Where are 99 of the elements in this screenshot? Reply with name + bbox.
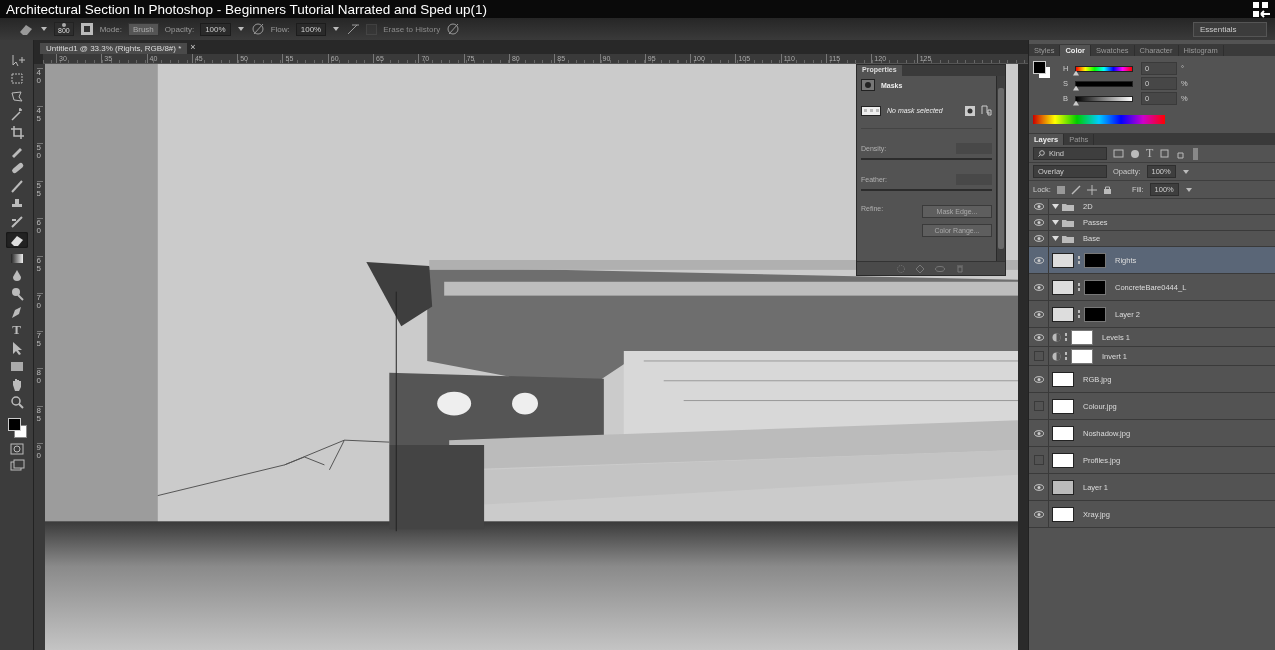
quick-mask-icon[interactable] (8, 442, 25, 456)
visibility-toggle[interactable] (1033, 401, 1044, 411)
brush-panel-icon[interactable] (79, 22, 94, 36)
lock-icon[interactable] (1102, 184, 1112, 195)
eye-icon[interactable] (1033, 235, 1044, 242)
ruler-label: 85 (36, 405, 43, 443)
slider-thumb[interactable] (1073, 70, 1079, 76)
eye-icon[interactable] (1033, 219, 1044, 226)
layer-thumbnail (1052, 306, 1074, 322)
layer-thumbnail (1052, 479, 1074, 495)
layer-thumbnail (1052, 252, 1074, 268)
mode-label: Mode: (99, 24, 122, 34)
type-tool[interactable]: T (5, 322, 28, 338)
flow-label: Flow: (270, 24, 290, 34)
filter-toggle-icon[interactable] (1192, 147, 1200, 160)
window-title: Architectural Section In Photoshop - Beginners Tutorial Narrated and Sped up(1) (6, 1, 488, 17)
link-icon (1064, 332, 1068, 342)
mask-thumbnail (1071, 348, 1093, 364)
eye-icon[interactable] (1033, 203, 1044, 210)
eraser-tool[interactable] (5, 232, 28, 248)
color-spectrum[interactable] (1033, 114, 1165, 124)
eye-icon[interactable] (1033, 283, 1044, 291)
eye-icon[interactable] (1033, 510, 1044, 518)
erase-to-history-label: Erase to History (383, 24, 441, 34)
visibility-toggle[interactable] (1033, 455, 1044, 465)
eye-icon[interactable] (1033, 333, 1044, 341)
color-swatches[interactable] (5, 418, 28, 440)
ruler-label: 60 (36, 218, 43, 256)
workspace-dropdown[interactable]: Essentials (1193, 21, 1267, 37)
eye-icon[interactable] (1033, 375, 1044, 383)
slider-thumb[interactable] (1073, 85, 1079, 91)
layer-thumbnail (1052, 506, 1074, 522)
checkerboard-icon (861, 105, 881, 116)
image-filter-icon[interactable] (1113, 148, 1124, 159)
layer-thumbnail (1052, 452, 1074, 468)
visibility-toggle[interactable] (1033, 351, 1044, 361)
link-icon (1077, 309, 1081, 319)
eraser-icon[interactable] (18, 22, 34, 36)
ruler-label: 40 (36, 68, 43, 106)
opacity-caret-icon (236, 26, 245, 32)
disclosure-triangle-icon[interactable] (1052, 235, 1059, 242)
eye-icon[interactable] (1033, 310, 1044, 318)
eye-icon[interactable] (1033, 256, 1044, 264)
fill-caret-icon (1184, 186, 1193, 193)
eye-icon[interactable] (1033, 483, 1044, 491)
link-icon (1064, 351, 1068, 361)
grid-icon[interactable] (1252, 0, 1271, 18)
folder-icon (1062, 234, 1074, 243)
folder-icon (1062, 202, 1074, 211)
mask-thumbnail (1071, 329, 1093, 345)
mask-thumbnail (1084, 279, 1106, 295)
airbrush-icon[interactable] (346, 22, 361, 36)
mask-thumbnail (1084, 252, 1106, 268)
ruler-label: 75 (36, 330, 43, 368)
ruler-label: 45 (36, 105, 43, 143)
lock-brush-icon[interactable] (1070, 184, 1081, 195)
adjustment-filter-icon[interactable] (1130, 148, 1140, 159)
slider-thumb[interactable] (1073, 100, 1079, 106)
mask-icon (861, 79, 875, 91)
mode-dropdown[interactable]: Brush (127, 22, 159, 36)
ruler-label: 50 (36, 143, 43, 181)
vector-mask-icon[interactable] (981, 105, 992, 116)
pixel-mask-icon[interactable] (965, 105, 975, 116)
ruler-label: 65 (36, 255, 43, 293)
ruler-label: 80 (36, 368, 43, 406)
layer-thumbnail (1052, 398, 1074, 414)
disclosure-triangle-icon[interactable] (1052, 219, 1059, 226)
disclosure-triangle-icon[interactable] (1052, 203, 1059, 210)
tab-close-button[interactable]: × (190, 42, 196, 52)
type-filter-button[interactable]: T (1146, 146, 1154, 161)
pressure-icon[interactable] (446, 22, 461, 36)
pressure-icon[interactable] (250, 22, 265, 36)
opacity-label: Opacity: (164, 24, 195, 34)
ruler-label: 90 (36, 443, 43, 481)
shape-filter-icon[interactable] (1159, 148, 1171, 159)
layer-thumbnail (1052, 371, 1074, 387)
ruler-label: 55 (36, 180, 43, 218)
folder-icon (1062, 218, 1074, 227)
mask-thumbnail (1084, 306, 1106, 322)
flow-caret-icon (332, 26, 341, 32)
brush-tip-icon (61, 23, 66, 27)
scrollbar[interactable] (996, 76, 1005, 261)
link-icon (1077, 255, 1081, 265)
adjustment-icon (1052, 351, 1061, 361)
flow-field[interactable]: 100% (295, 22, 327, 36)
document-tab[interactable]: Untitled1 @ 33.3% (Rights, RGB/8#) * (40, 43, 188, 54)
lock-pixels-icon[interactable] (1056, 185, 1065, 194)
layer-thumbnail (1052, 425, 1074, 441)
adjustment-icon (1052, 332, 1061, 342)
search-icon (1038, 150, 1045, 157)
lock-move-icon[interactable] (1086, 184, 1097, 195)
caret-icon (40, 26, 48, 32)
ruler-label: 70 (36, 293, 43, 331)
opacity-field[interactable]: 100% (200, 22, 231, 36)
layer-thumbnail (1052, 279, 1074, 295)
caret-icon (1181, 168, 1190, 175)
screen-mode-icon[interactable] (8, 458, 25, 472)
eye-icon[interactable] (1033, 429, 1044, 437)
link-icon (1077, 282, 1081, 292)
